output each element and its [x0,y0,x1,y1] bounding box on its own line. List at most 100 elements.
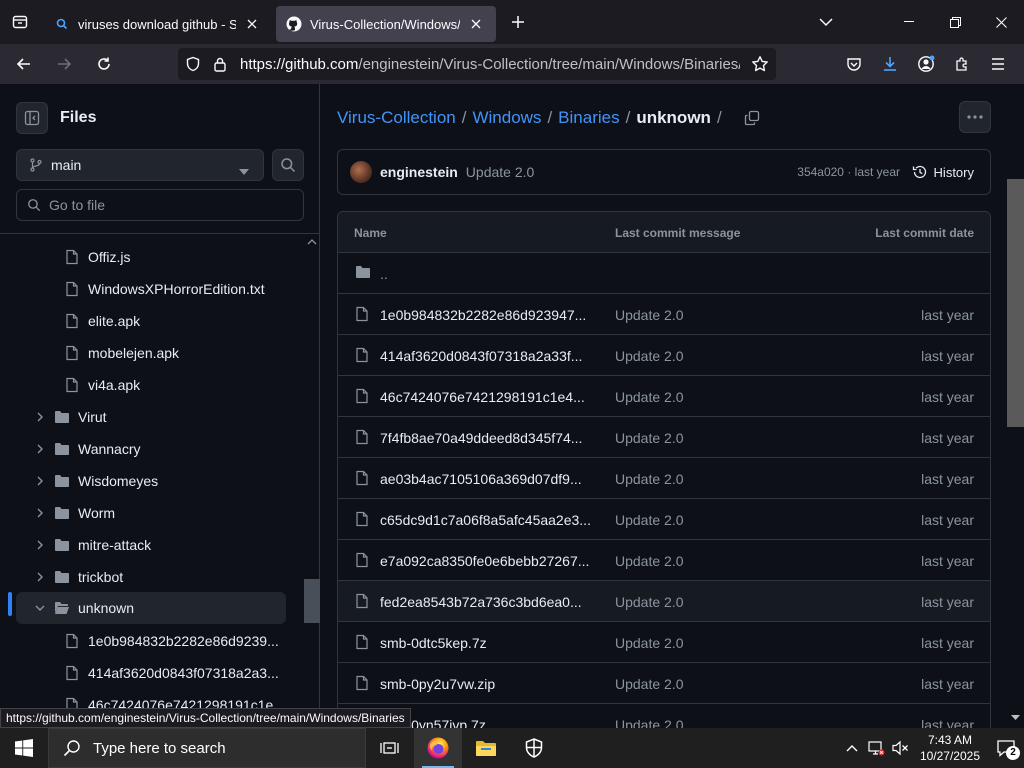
tree-folder-selected[interactable]: unknown [16,592,286,624]
tree-folder[interactable]: Virut [32,401,292,433]
table-row[interactable]: smb-0py2u7vw.zip Update 2.0 last year [338,663,990,704]
chevron-right-icon[interactable] [32,505,48,521]
file-name-link[interactable]: smb-0dtc5kep.7z [380,635,487,651]
chevron-right-icon[interactable] [32,473,48,489]
restore-icon[interactable] [932,0,978,44]
table-row[interactable]: 414af3620d0843f07318a2a33f... Update 2.0… [338,335,990,376]
tree-folder[interactable]: mitre-attack [32,529,292,561]
commit-message-link[interactable]: Update 2.0 [615,307,684,323]
tree-scrollbar-thumb[interactable] [304,579,320,623]
tree-item[interactable]: vi4a.apk [64,369,140,401]
commit-message[interactable]: Update 2.0 [466,164,535,180]
tree-folder[interactable]: Wisdomeyes [32,465,292,497]
back-icon[interactable] [8,48,40,80]
table-row[interactable]: c65dc9d1c7a06f8a5afc45aa2e3... Update 2.… [338,499,990,540]
commit-author[interactable]: enginestein [380,164,458,180]
firefox-taskbar-icon[interactable] [414,728,462,768]
chevron-right-icon[interactable] [32,409,48,425]
copy-path-icon[interactable] [742,108,762,128]
minimize-icon[interactable] [886,0,932,44]
commit-message-link[interactable]: Update 2.0 [615,389,684,405]
network-icon[interactable] [864,728,888,768]
commit-message-link[interactable]: Update 2.0 [615,635,684,651]
account-icon[interactable] [908,48,944,80]
tree-folder[interactable]: Worm [32,497,292,529]
table-row[interactable]: smb-0yn57ivp.7z Update 2.0 last year [338,704,990,728]
commit-message-link[interactable]: Update 2.0 [615,471,684,487]
file-name-link[interactable]: 7f4fb8ae70a49ddeed8d345f74... [380,430,582,446]
close-tab-icon[interactable] [242,14,262,34]
windows-security-icon[interactable] [510,728,558,768]
downloads-icon[interactable] [872,48,908,80]
windows-start-icon[interactable] [0,728,48,768]
pocket-icon[interactable] [836,48,872,80]
url-bar[interactable]: https://github.com/enginestein/Virus-Col… [178,48,776,80]
tree-item[interactable]: Offiz.js [64,241,131,273]
go-to-file-field[interactable] [16,189,304,221]
table-row[interactable]: 46c7424076e7421298191c1e4... Update 2.0 … [338,376,990,417]
history-button[interactable]: History [912,164,974,180]
commit-message-link[interactable]: Update 2.0 [615,594,684,610]
table-row[interactable]: ae03b4ac7105106a369d07df9... Update 2.0 … [338,458,990,499]
file-name-link[interactable]: e7a092ca8350fe0e6bebb27267... [380,553,589,569]
firefox-view-icon[interactable] [0,0,40,44]
breadcrumb-link-windows[interactable]: Windows [472,108,541,128]
table-row[interactable]: 7f4fb8ae70a49ddeed8d345f74... Update 2.0… [338,417,990,458]
file-name-link[interactable]: ae03b4ac7105106a369d07df9... [380,471,582,487]
url-text[interactable]: https://github.com/enginestein/Virus-Col… [240,56,740,73]
reload-icon[interactable] [88,48,120,80]
chevron-down-icon[interactable] [32,600,48,616]
breadcrumb-link-binaries[interactable]: Binaries [558,108,619,128]
file-name-link[interactable]: 46c7424076e7421298191c1e4... [380,389,585,405]
tab-github[interactable]: Virus-Collection/Windows/Binaries [276,6,496,42]
system-clock[interactable]: 7:43 AM 10/27/2025 [920,732,980,764]
commit-message-link[interactable]: Update 2.0 [615,717,684,728]
tree-item[interactable]: 414af3620d0843f07318a2a3... [64,657,279,689]
avatar[interactable] [350,161,372,183]
file-name-link[interactable]: 414af3620d0843f07318a2a33f... [380,348,582,364]
chevron-right-icon[interactable] [32,569,48,585]
chevron-right-icon[interactable] [32,441,48,457]
forward-icon[interactable] [48,48,80,80]
table-row[interactable]: fed2ea8543b72a736c3bd6ea0... Update 2.0 … [338,581,990,622]
parent-directory-label[interactable]: .. [380,266,388,282]
table-row[interactable]: e7a092ca8350fe0e6bebb27267... Update 2.0… [338,540,990,581]
tree-folder[interactable]: Wannacry [32,433,292,465]
tree-item[interactable]: elite.apk [64,305,140,337]
taskbar-search-box[interactable]: Type here to search [48,728,366,768]
search-files-button[interactable] [272,149,304,181]
tree-item[interactable]: 1e0b984832b2282e86d9239... [64,625,279,657]
extensions-icon[interactable] [944,48,980,80]
page-scrollbar-thumb[interactable] [1007,179,1024,427]
file-name-link[interactable]: c65dc9d1c7a06f8a5afc45aa2e3... [380,512,591,528]
chevron-right-icon[interactable] [32,537,48,553]
file-name-link[interactable]: smb-0py2u7vw.zip [380,676,495,692]
file-name-link[interactable]: fed2ea8543b72a736c3bd6ea0... [380,594,582,610]
commit-message-link[interactable]: Update 2.0 [615,348,684,364]
lock-icon[interactable] [208,56,232,72]
file-name-link[interactable]: 1e0b984832b2282e86d923947... [380,307,586,323]
tree-item[interactable]: mobelejen.apk [64,337,179,369]
table-row[interactable]: 1e0b984832b2282e86d923947... Update 2.0 … [338,294,990,335]
breadcrumb-link-repo[interactable]: Virus-Collection [337,108,456,128]
branch-selector-button[interactable]: main [16,149,264,181]
new-tab-button[interactable] [502,6,534,38]
go-to-file-input[interactable] [49,197,289,213]
more-options-button[interactable] [959,101,991,133]
task-view-icon[interactable] [366,728,414,768]
tree-folder[interactable]: trickbot [32,561,292,593]
commit-message-link[interactable]: Update 2.0 [615,512,684,528]
list-all-tabs-icon[interactable] [810,12,842,32]
commit-message-link[interactable]: Update 2.0 [615,676,684,692]
tree-scrollbar[interactable] [304,234,320,728]
table-row[interactable]: smb-0dtc5kep.7z Update 2.0 last year [338,622,990,663]
tab-search[interactable]: viruses download github - Search [44,6,272,42]
chevron-up-icon[interactable] [840,728,864,768]
parent-directory-row[interactable]: .. [338,253,990,294]
menu-icon[interactable] [980,48,1016,80]
tree-item[interactable]: WindowsXPHorrorEdition.txt [64,273,265,305]
file-explorer-icon[interactable] [462,728,510,768]
volume-muted-icon[interactable] [888,728,912,768]
notification-center-icon[interactable]: 2 [988,728,1024,768]
commit-message-link[interactable]: Update 2.0 [615,553,684,569]
